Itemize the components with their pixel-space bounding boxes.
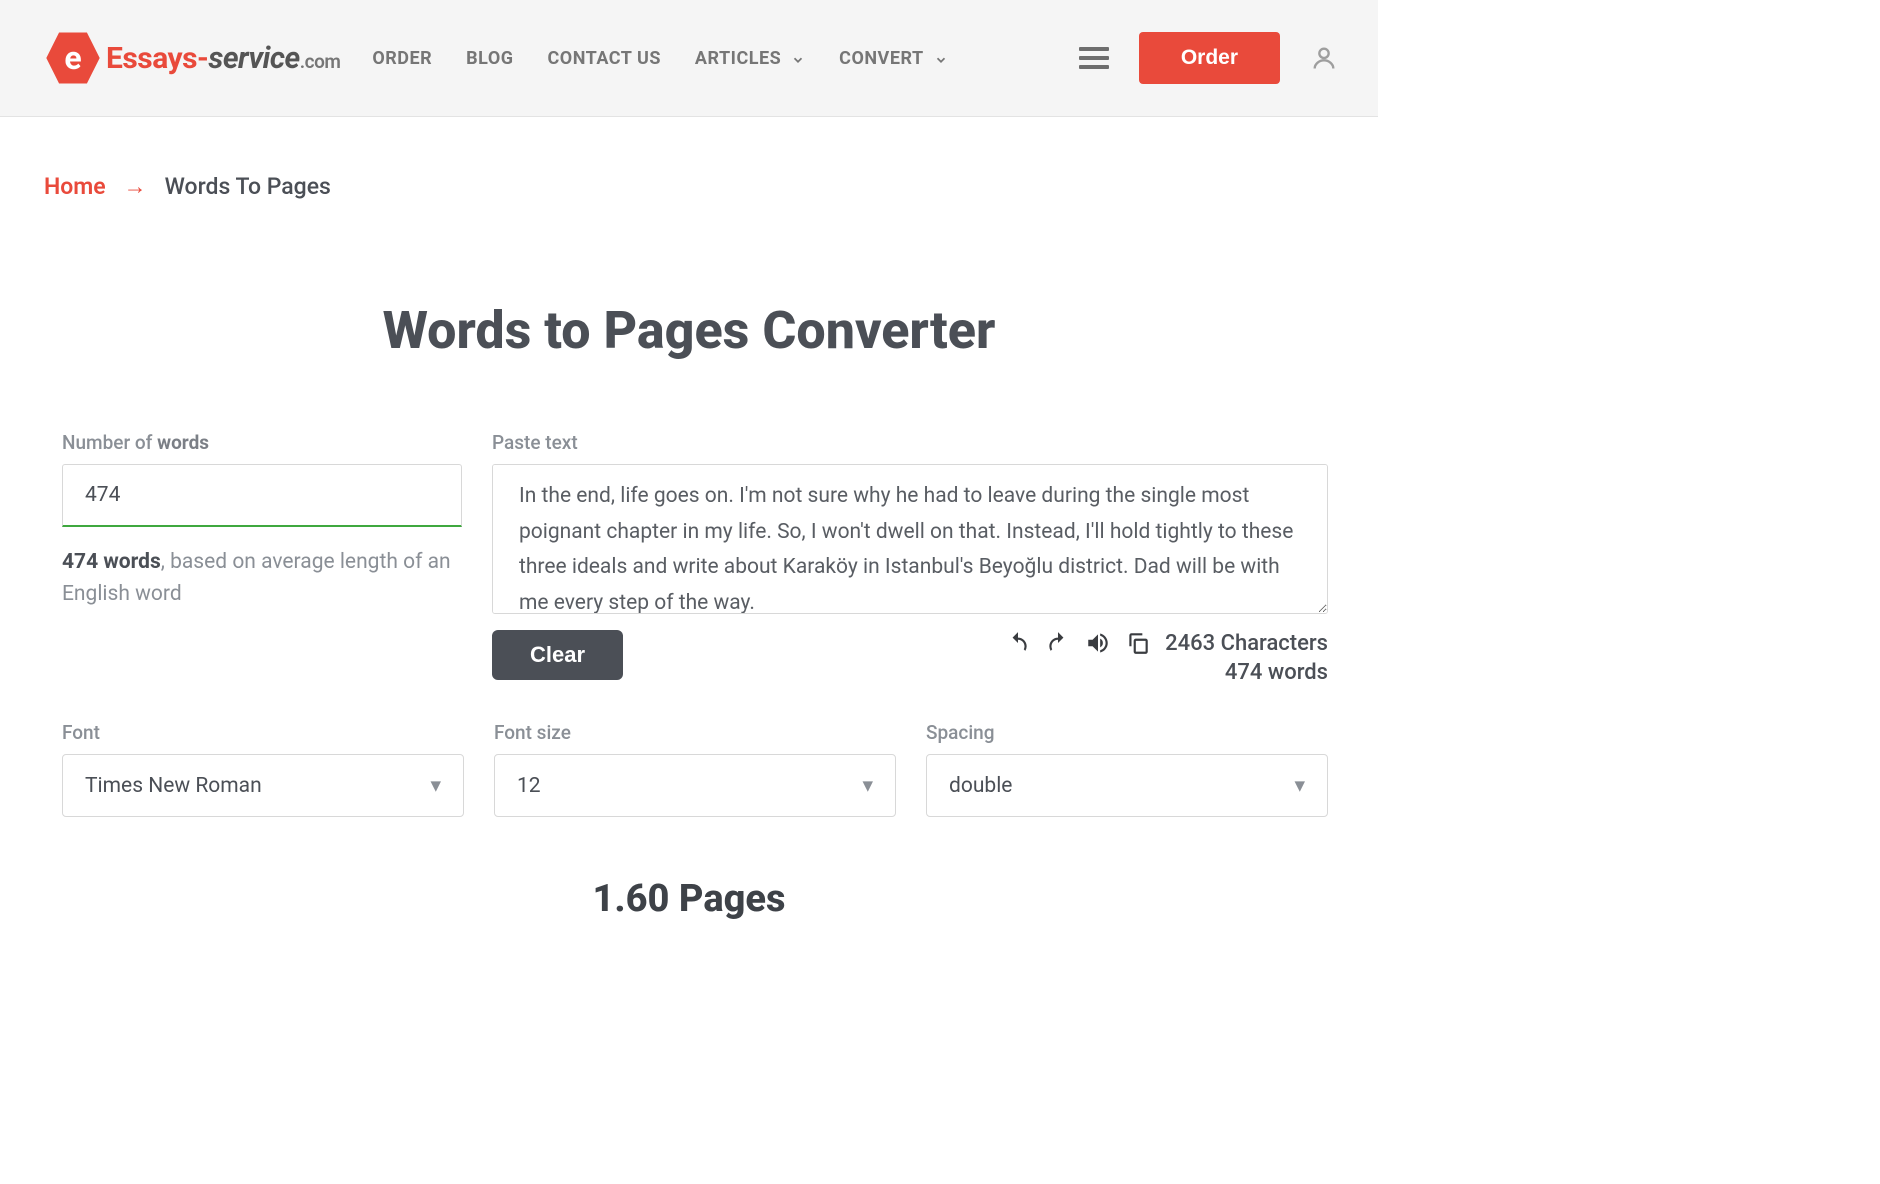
words-block: Number of words 474 words, based on aver… [62,431,462,685]
hamburger-menu-icon[interactable] [1079,47,1109,69]
nav: ORDER BLOG CONTACT US ARTICLES CONVERT [372,48,947,69]
chevron-down-icon [791,51,805,65]
caret-down-icon: ▾ [862,773,873,798]
spacing-block: Spacing double ▾ [926,721,1328,817]
word-count: 474 words [1225,660,1328,685]
redo-icon[interactable] [1045,630,1071,656]
copy-icon[interactable] [1125,630,1151,656]
font-select[interactable]: Times New Roman ▾ [62,754,464,817]
logo-text: Essays-service.com [106,41,340,76]
logo-letter: e [44,29,102,87]
nav-convert[interactable]: CONVERT [839,48,947,69]
arrow-right-icon: → [124,173,147,200]
paste-toolbar: Clear 2463 Characters [492,630,1328,685]
nav-blog[interactable]: BLOG [466,48,513,69]
character-count: 2463 Characters [1165,631,1328,656]
caret-down-icon: ▾ [1294,773,1305,798]
header-right: Order [1079,32,1338,84]
font-block: Font Times New Roman ▾ [62,721,464,817]
font-label: Font [62,721,464,744]
paste-textarea[interactable] [492,464,1328,614]
breadcrumb: Home → Words To Pages [0,117,1378,200]
spacing-select[interactable]: double ▾ [926,754,1328,817]
order-button[interactable]: Order [1139,32,1280,84]
words-label: Number of words [62,431,462,454]
clear-button[interactable]: Clear [492,630,623,680]
chevron-down-icon [934,51,948,65]
profile-icon[interactable] [1310,44,1338,72]
breadcrumb-current: Words To Pages [165,173,331,200]
nav-articles[interactable]: ARTICLES [695,48,805,69]
breadcrumb-home[interactable]: Home [44,173,106,200]
speaker-icon[interactable] [1085,630,1111,656]
page-title: Words to Pages Converter [0,300,1378,361]
font-size-select[interactable]: 12 ▾ [494,754,896,817]
nav-contact[interactable]: CONTACT US [548,48,661,69]
caret-down-icon: ▾ [430,773,441,798]
font-size-label: Font size [494,721,896,744]
words-note: 474 words, based on average length of an… [62,547,462,610]
spacing-label: Spacing [926,721,1328,744]
undo-icon[interactable] [1005,630,1031,656]
paste-block: Paste text Clear 2 [492,431,1328,685]
nav-order[interactable]: ORDER [372,48,432,69]
paste-label: Paste text [492,431,1328,454]
words-input[interactable] [62,464,462,527]
logo-hex-icon: e [44,29,102,87]
font-size-block: Font size 12 ▾ [494,721,896,817]
header: e Essays-service.com ORDER BLOG CONTACT … [0,0,1378,117]
logo[interactable]: e Essays-service.com [44,29,340,87]
result: 1.60 Pages [0,877,1378,941]
